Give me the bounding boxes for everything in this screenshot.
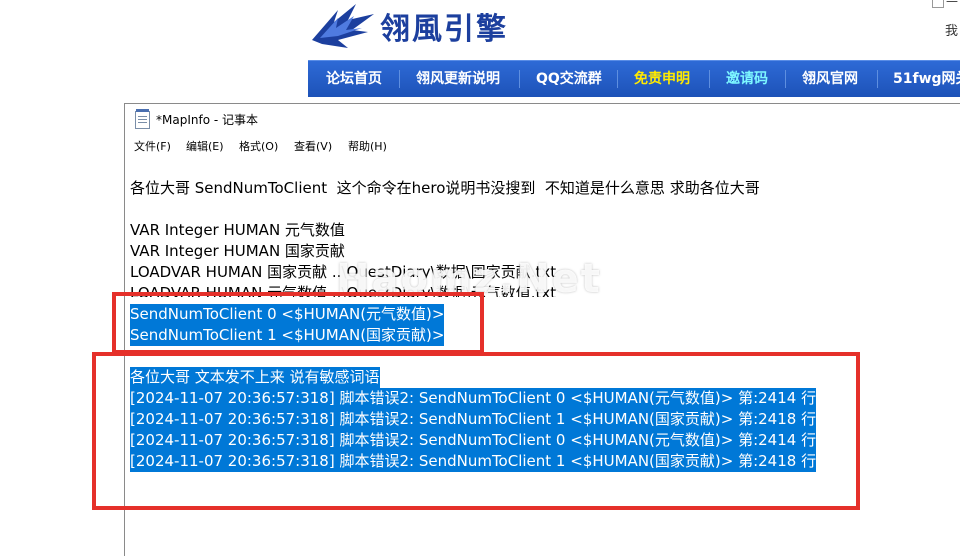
- nav-separator: [785, 70, 786, 88]
- menu-bar: 文件(F) 编辑(E) 格式(O) 查看(V) 帮助(H): [125, 134, 960, 156]
- text-line: 各位大哥 SendNumToClient 这个命令在hero说明书没搜到 不知道…: [130, 179, 760, 197]
- menu-view[interactable]: 查看(V): [294, 138, 332, 154]
- site-logo-text: 翎風引擎: [380, 12, 508, 47]
- nav-separator: [399, 70, 400, 88]
- nav-item-official-site[interactable]: 翎风官网: [802, 61, 858, 97]
- nav-separator: [709, 70, 710, 88]
- window-title: *MapInfo - 记事本: [156, 113, 258, 127]
- notepad-titlebar[interactable]: *MapInfo - 记事本: [125, 104, 960, 134]
- dragon-logo-icon: [312, 4, 374, 48]
- nav-separator: [877, 70, 878, 88]
- site-nav-bar: 论坛首页 翎风更新说明 QQ交流群 免责申明 邀请码 翎风官网 51fwg网关: [308, 60, 960, 97]
- highlight-box: [112, 292, 484, 354]
- nav-item-qq-group[interactable]: QQ交流群: [536, 61, 602, 97]
- nav-item-update-notes[interactable]: 翎风更新说明: [416, 61, 500, 97]
- text-line: VAR Integer HUMAN 元气数值: [130, 221, 345, 239]
- menu-help[interactable]: 帮助(H): [348, 138, 387, 154]
- notepad-icon: [135, 109, 150, 129]
- nav-separator: [617, 70, 618, 88]
- checkbox-icon[interactable]: [932, 0, 944, 8]
- nav-item-51fwg[interactable]: 51fwg网关: [893, 61, 960, 97]
- site-logo[interactable]: 翎風引擎: [308, 0, 548, 56]
- menu-format[interactable]: 格式(O): [239, 138, 278, 154]
- text-line: VAR Integer HUMAN 国家贡献: [130, 242, 345, 260]
- nav-item-invite-code[interactable]: 邀请码: [726, 61, 768, 97]
- menu-file[interactable]: 文件(F): [134, 138, 171, 154]
- site-corner-text: 我: [945, 24, 959, 39]
- menu-edit[interactable]: 编辑(E): [186, 138, 224, 154]
- minimize-icon[interactable]: —: [946, 0, 958, 8]
- nav-item-forum-home[interactable]: 论坛首页: [326, 61, 382, 97]
- highlight-box: [92, 352, 860, 510]
- nav-separator: [519, 70, 520, 88]
- nav-item-disclaimer[interactable]: 免责申明: [634, 61, 690, 97]
